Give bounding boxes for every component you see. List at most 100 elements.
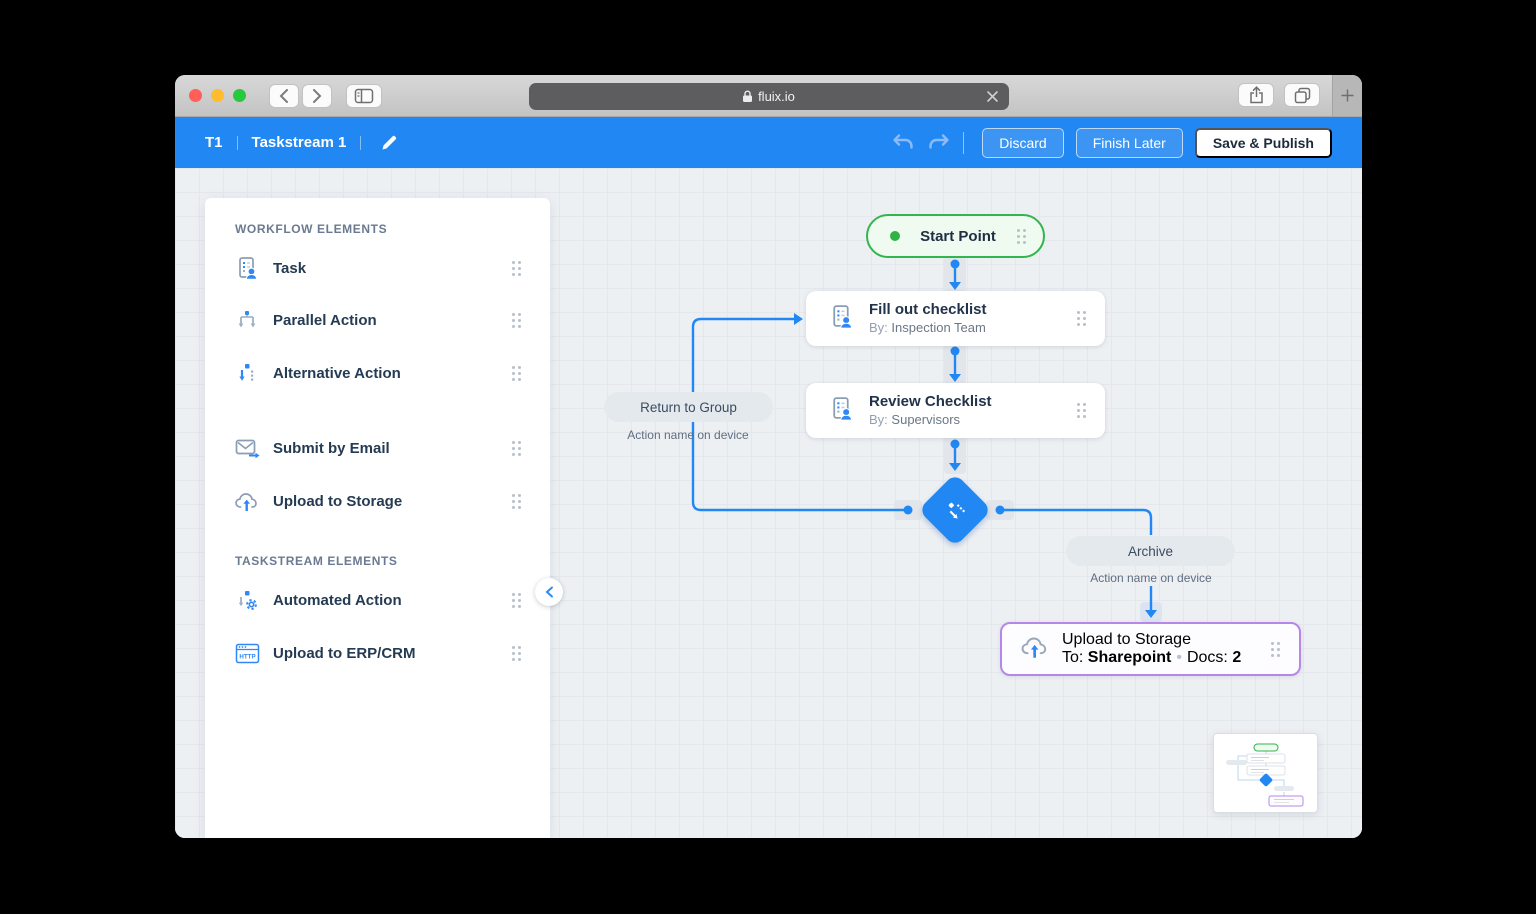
email-icon: [233, 438, 261, 459]
node-title: Upload to Storage: [1062, 631, 1270, 649]
alternative-action-icon: [918, 473, 992, 547]
by-label: By:: [869, 320, 888, 335]
new-tab-button[interactable]: [1332, 75, 1362, 116]
undo-button[interactable]: [889, 129, 917, 157]
drag-handle-icon[interactable]: [511, 312, 522, 329]
cloud-upload-icon: [1020, 634, 1050, 665]
sidebar-toggle-button[interactable]: [346, 84, 382, 108]
drag-handle-icon[interactable]: [1016, 228, 1027, 245]
pencil-icon: [381, 134, 398, 151]
section-heading-taskstream: TASKSTREAM ELEMENTS: [235, 554, 398, 568]
task-icon: [828, 395, 855, 427]
task-node-fill-out-checklist[interactable]: Fill out checklist By: Inspection Team: [806, 291, 1105, 346]
sidebar-item-label: Alternative Action: [273, 365, 511, 382]
plus-icon: [1340, 88, 1355, 103]
redo-icon: [927, 133, 951, 153]
zoom-window-button[interactable]: [233, 89, 246, 102]
stream-id: T1: [205, 134, 223, 151]
svg-text:HTTP: HTTP: [239, 653, 255, 660]
chevron-left-icon: [279, 89, 289, 103]
drag-handle-icon[interactable]: [1270, 641, 1281, 658]
sidebar-item-upload-to-storage[interactable]: Upload to Storage: [205, 481, 550, 521]
app-toolbar: T1 Taskstream 1 Discard Finish Later Sav…: [175, 117, 1362, 168]
sidebar-item-label: Automated Action: [273, 592, 511, 609]
chevron-left-icon: [545, 586, 554, 598]
node-title: Fill out checklist: [869, 301, 1076, 319]
upload-to-storage-node[interactable]: Upload to Storage To: Sharepoint• Docs: 2: [1000, 622, 1301, 676]
drag-handle-icon[interactable]: [511, 493, 522, 510]
sidebar-item-automated-action[interactable]: Automated Action: [205, 580, 550, 620]
divider: [237, 136, 238, 150]
alternative-action-icon: [233, 362, 261, 384]
to-label: To:: [1062, 649, 1083, 666]
undo-icon: [891, 133, 915, 153]
edit-title-button[interactable]: [375, 129, 403, 157]
save-publish-button[interactable]: Save & Publish: [1195, 128, 1332, 158]
drag-handle-icon[interactable]: [511, 365, 522, 382]
drag-handle-icon[interactable]: [511, 440, 522, 457]
start-point-node[interactable]: Start Point: [866, 214, 1045, 258]
minimap[interactable]: [1213, 733, 1318, 813]
close-window-button[interactable]: [189, 89, 202, 102]
drag-handle-icon[interactable]: [511, 260, 522, 277]
sidebar-item-label: Upload to Storage: [273, 493, 511, 510]
parallel-action-icon: [233, 309, 261, 331]
forward-button[interactable]: [302, 84, 332, 108]
drag-handle-icon[interactable]: [1076, 402, 1087, 419]
browser-titlebar: fluix.io: [175, 75, 1362, 117]
redo-button[interactable]: [925, 129, 953, 157]
by-value: Supervisors: [891, 412, 960, 427]
sidebar-collapse-button[interactable]: [535, 578, 563, 606]
node-title: Review Checklist: [869, 393, 1076, 411]
minimap-preview: [1214, 734, 1317, 812]
task-icon: [828, 303, 855, 335]
by-value: Inspection Team: [891, 320, 985, 335]
sidebar-item-upload-to-erp-crm[interactable]: HTTP Upload to ERP/CRM: [205, 633, 550, 673]
share-button[interactable]: [1238, 83, 1274, 107]
discard-button[interactable]: Discard: [982, 128, 1063, 158]
url-text: fluix.io: [758, 89, 795, 104]
address-bar[interactable]: fluix.io: [529, 83, 1009, 110]
docs-value: 2: [1232, 649, 1241, 666]
divider: [360, 136, 361, 150]
drag-handle-icon[interactable]: [511, 592, 522, 609]
sidebar-item-label: Task: [273, 260, 511, 277]
docs-label: Docs:: [1187, 649, 1228, 666]
share-icon: [1249, 86, 1264, 104]
to-value: Sharepoint: [1088, 649, 1172, 666]
sidebar-toggle-icon: [354, 88, 374, 104]
chevron-right-icon: [312, 89, 322, 103]
action-name-caption: Action name on device: [1051, 571, 1251, 585]
http-icon: HTTP: [233, 643, 261, 664]
sidebar-item-label: Submit by Email: [273, 440, 511, 457]
sidebar-item-submit-by-email[interactable]: Submit by Email: [205, 428, 550, 468]
cloud-upload-icon: [233, 490, 261, 513]
close-icon[interactable]: [985, 89, 1000, 104]
drag-handle-icon[interactable]: [511, 645, 522, 662]
action-name-caption: Action name on device: [588, 428, 788, 442]
divider: [963, 132, 964, 154]
start-dot-icon: [890, 231, 900, 241]
minimize-window-button[interactable]: [211, 89, 224, 102]
section-heading-workflow: WORKFLOW ELEMENTS: [235, 222, 387, 236]
sidebar-item-task[interactable]: Task: [205, 248, 550, 288]
sidebar-item-parallel-action[interactable]: Parallel Action: [205, 300, 550, 340]
task-node-review-checklist[interactable]: Review Checklist By: Supervisors: [806, 383, 1105, 438]
tab-overview-button[interactable]: [1284, 83, 1320, 107]
sidebar-item-alternative-action[interactable]: Alternative Action: [205, 353, 550, 393]
by-label: By:: [869, 412, 888, 427]
workflow-canvas[interactable]: WORKFLOW ELEMENTS Task Parallel Action: [175, 168, 1362, 838]
sidebar-item-label: Parallel Action: [273, 312, 511, 329]
node-title: Start Point: [900, 228, 1016, 245]
back-button[interactable]: [269, 84, 299, 108]
archive-pill[interactable]: Archive: [1066, 536, 1235, 566]
return-to-group-pill[interactable]: Return to Group: [604, 392, 773, 422]
stream-title: Taskstream 1: [252, 134, 347, 151]
lock-icon: [742, 90, 753, 103]
task-icon: [233, 255, 261, 281]
dot-separator: •: [1176, 649, 1182, 666]
finish-later-button[interactable]: Finish Later: [1076, 128, 1183, 158]
automated-action-icon: [233, 589, 261, 611]
browser-window: fluix.io T1 Taskstream 1: [175, 75, 1362, 838]
drag-handle-icon[interactable]: [1076, 310, 1087, 327]
